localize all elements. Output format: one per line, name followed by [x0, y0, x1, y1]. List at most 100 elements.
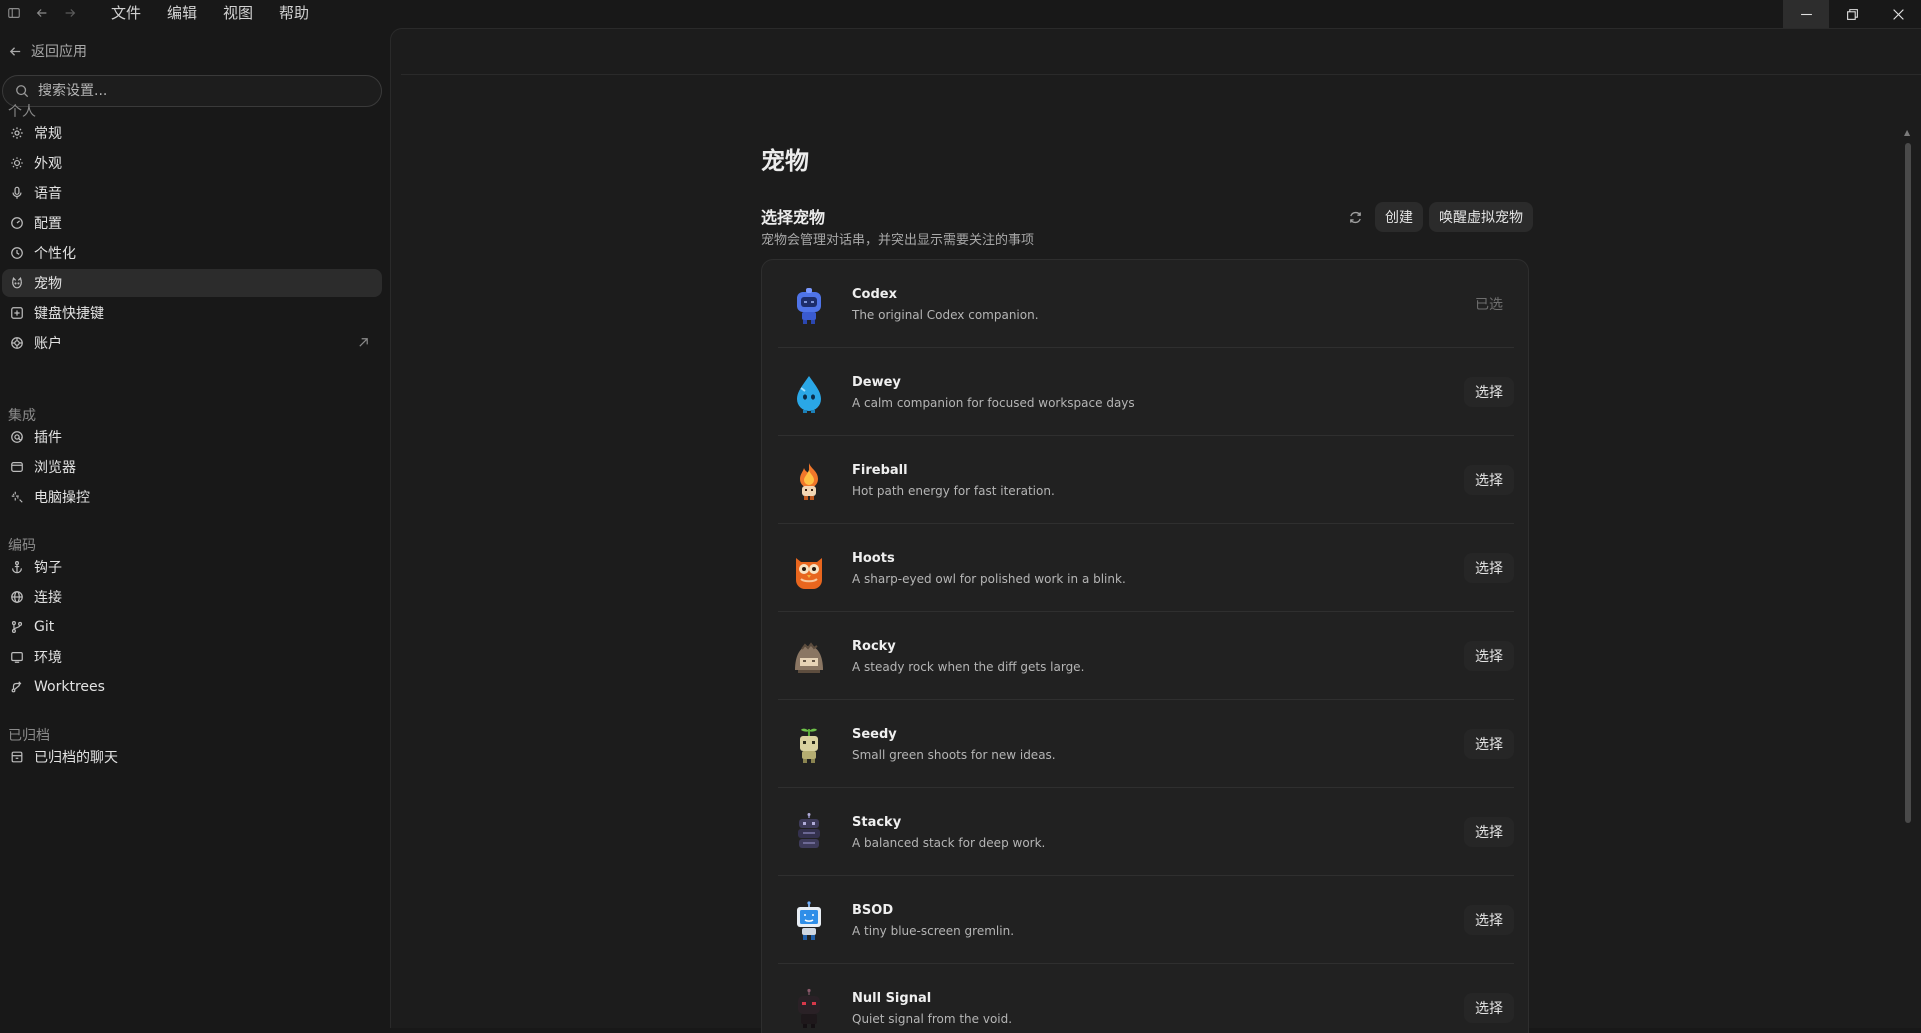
minimize-button[interactable]	[1783, 0, 1829, 28]
sidebar-item-label: 电脑操控	[34, 490, 90, 506]
pet-selected-label: 已选	[1475, 297, 1503, 313]
back-to-app-link[interactable]: 返回应用	[8, 41, 87, 61]
sidebar-toggle-icon[interactable]	[0, 0, 28, 26]
account-icon	[11, 337, 23, 349]
menu-file[interactable]: 文件	[98, 1, 154, 25]
section-subtitle: 宠物会管理对话串，并突出显示需要关注的事项	[761, 233, 1035, 248]
pet-description: Hot path energy for fast iteration.	[852, 484, 1055, 498]
pet-name: Fireball	[852, 463, 908, 478]
sidebar-item-label: 连接	[34, 590, 62, 606]
sidebar-item-general[interactable]: 常规	[2, 119, 382, 147]
window-controls	[1783, 0, 1921, 28]
menu-help[interactable]: 帮助	[266, 1, 322, 25]
scrollbar-thumb[interactable]	[1905, 143, 1911, 823]
pet-row-dewey[interactable]: Dewey A calm companion for focused works…	[778, 348, 1514, 436]
sidebar-item-label: 配置	[34, 216, 62, 232]
forward-arrow-icon[interactable]	[56, 0, 84, 26]
select-pet-button[interactable]: 选择	[1464, 729, 1514, 759]
restore-button[interactable]	[1829, 0, 1875, 28]
sidebar-item-browser[interactable]: 浏览器	[2, 453, 382, 481]
menu-view[interactable]: 视图	[210, 1, 266, 25]
content-scrollbar[interactable]: ▲ ▼	[1903, 129, 1913, 1033]
pet-description: A steady rock when the diff gets large.	[852, 660, 1085, 674]
sidebar-item-account[interactable]: 账户	[2, 329, 382, 357]
codex-avatar-icon	[788, 284, 830, 326]
select-pet-button[interactable]: 选择	[1464, 905, 1514, 935]
pet-description: A tiny blue-screen gremlin.	[852, 924, 1015, 938]
pet-row-rocky[interactable]: Rocky A steady rock when the diff gets l…	[778, 612, 1514, 700]
sidebar-item-computer-control[interactable]: 电脑操控	[2, 483, 382, 511]
seedy-avatar-icon	[788, 724, 830, 766]
pet-name: Codex	[852, 287, 897, 302]
pet-description: Small green shoots for new ideas.	[852, 748, 1056, 762]
sidebar-item-label: 插件	[34, 430, 62, 446]
section-label-integrations: 集成	[8, 408, 36, 424]
pet-row-fireball[interactable]: Fireball Hot path energy for fast iterat…	[778, 436, 1514, 524]
sidebar-item-keyboard-shortcuts[interactable]: 键盘快捷键	[2, 299, 382, 327]
back-to-app-label: 返回应用	[31, 44, 87, 60]
sidebar-item-connections[interactable]: 连接	[2, 583, 382, 611]
gauge-icon	[11, 217, 23, 229]
sidebar-item-plugins[interactable]: 插件	[2, 423, 382, 451]
keyboard-icon	[11, 307, 23, 319]
pet-row-seedy[interactable]: Seedy Small green shoots for new ideas. …	[778, 700, 1514, 788]
pet-name: Dewey	[852, 375, 901, 390]
refresh-button[interactable]	[1341, 203, 1369, 231]
sidebar-item-label: 宠物	[34, 276, 62, 292]
sidebar-item-git[interactable]: Git	[2, 613, 382, 641]
select-pet-button[interactable]: 选择	[1464, 377, 1514, 407]
sidebar-item-label: 浏览器	[34, 460, 76, 476]
sidebar-item-hooks[interactable]: 钩子	[2, 553, 382, 581]
sidebar-item-label: 账户	[34, 336, 62, 352]
section-title: 选择宠物	[761, 208, 826, 227]
search-input[interactable]	[38, 83, 358, 99]
anchor-icon	[12, 561, 22, 574]
sidebar-item-label: Worktrees	[34, 679, 105, 695]
sidebar-item-config[interactable]: 配置	[2, 209, 382, 237]
sidebar-item-label: 环境	[34, 650, 62, 666]
git-branch-icon	[11, 621, 23, 633]
pet-name: BSOD	[852, 903, 894, 918]
arrow-left-icon	[9, 46, 21, 56]
pet-description: A calm companion for focused workspace d…	[852, 396, 1135, 410]
select-pet-button[interactable]: 选择	[1464, 465, 1514, 495]
menu-edit[interactable]: 编辑	[154, 1, 210, 25]
sidebar-item-environment[interactable]: 环境	[2, 643, 382, 671]
back-arrow-icon[interactable]	[28, 0, 56, 26]
sidebar-item-pets[interactable]: 宠物	[2, 269, 382, 297]
sidebar-item-appearance[interactable]: 外观	[2, 149, 382, 177]
null-signal-avatar-icon	[788, 988, 830, 1030]
create-pet-button[interactable]: 创建	[1375, 202, 1423, 232]
sidebar-item-worktrees[interactable]: Worktrees	[2, 673, 382, 701]
refresh-icon	[1349, 211, 1361, 223]
archive-icon	[11, 751, 23, 763]
pet-row-codex[interactable]: Codex The original Codex companion. 已选	[778, 260, 1514, 348]
sidebar-item-label: Git	[34, 619, 55, 635]
pet-row-hoots[interactable]: Hoots A sharp-eyed owl for polished work…	[778, 524, 1514, 612]
pet-name: Stacky	[852, 815, 902, 830]
settings-search[interactable]	[2, 75, 382, 107]
section-label-archived: 已归档	[8, 728, 50, 744]
page-title: 宠物	[761, 147, 809, 175]
select-pet-button[interactable]: 选择	[1464, 993, 1514, 1023]
scroll-up-arrow-icon[interactable]: ▲	[1904, 129, 1912, 137]
sidebar-item-label: 常规	[34, 126, 62, 142]
sidebar-item-label: 键盘快捷键	[34, 306, 104, 322]
sidebar-item-voice[interactable]: 语音	[2, 179, 382, 207]
pet-row-stacky[interactable]: Stacky A balanced stack for deep work. 选…	[778, 788, 1514, 876]
sidebar-item-personalization[interactable]: 个性化	[2, 239, 382, 267]
pet-row-bsod[interactable]: BSOD A tiny blue-screen gremlin. 选择	[778, 876, 1514, 964]
close-button[interactable]	[1875, 0, 1921, 28]
palette-icon	[11, 247, 23, 259]
search-icon	[16, 85, 29, 98]
pet-actions: 创建 唤醒虚拟宠物	[1341, 202, 1533, 232]
wake-virtual-pet-button[interactable]: 唤醒虚拟宠物	[1429, 202, 1533, 232]
dewey-avatar-icon	[788, 372, 830, 414]
sidebar-item-archived-chats[interactable]: 已归档的聊天	[2, 743, 382, 771]
select-pet-button[interactable]: 选择	[1464, 641, 1514, 671]
select-pet-button[interactable]: 选择	[1464, 553, 1514, 583]
sidebar-item-label: 钩子	[34, 560, 62, 576]
pet-row-null-signal[interactable]: Null Signal Quiet signal from the void. …	[778, 964, 1514, 1033]
section-label-coding: 编码	[8, 538, 36, 554]
select-pet-button[interactable]: 选择	[1464, 817, 1514, 847]
